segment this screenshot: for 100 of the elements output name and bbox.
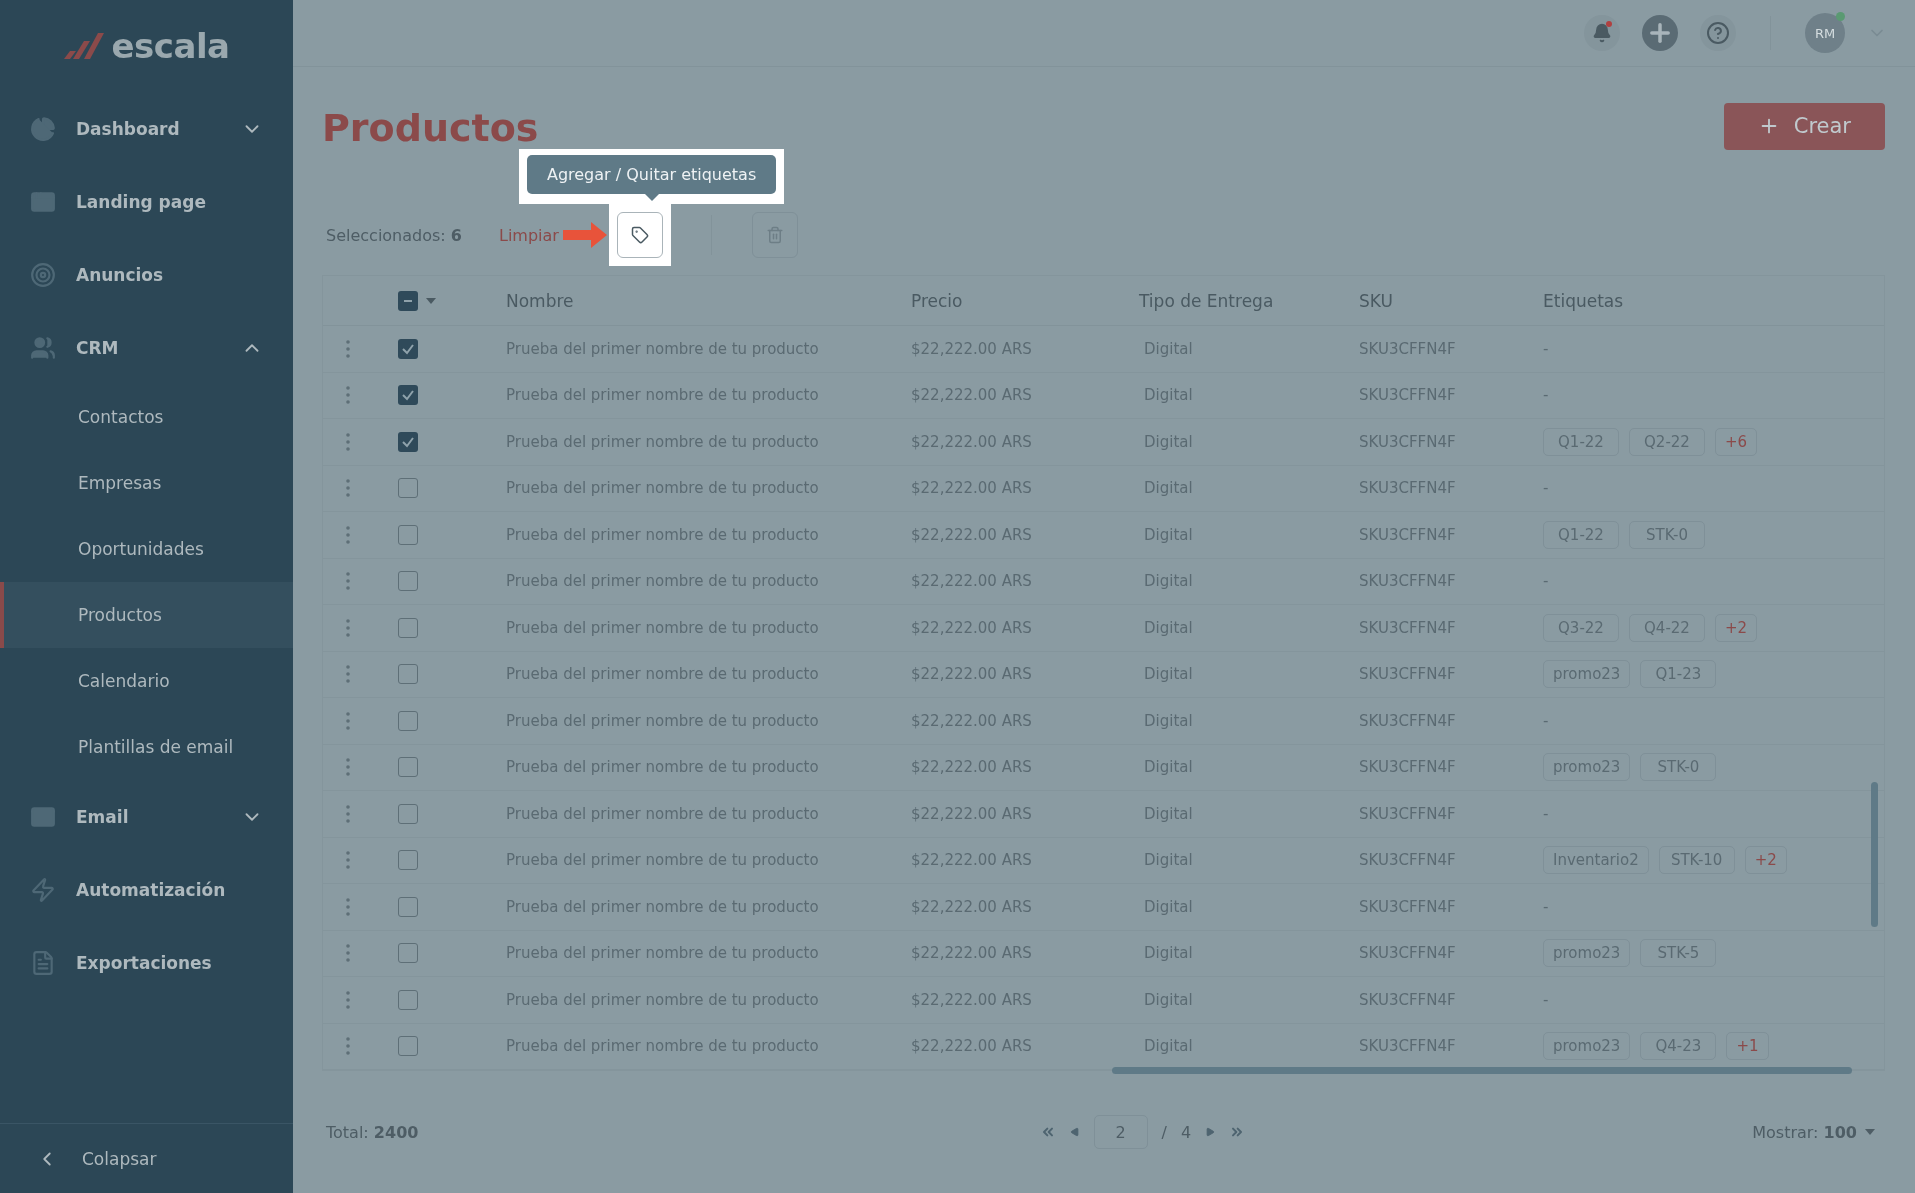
- more-icon: [346, 804, 350, 823]
- select-all-checkbox[interactable]: [398, 290, 418, 311]
- scrollbar[interactable]: [1112, 1067, 1852, 1074]
- table-cell-text: -: [1542, 339, 1550, 358]
- row-checkbox[interactable]: [398, 431, 418, 452]
- nav-icon: [30, 334, 56, 361]
- nav-icon: [30, 115, 56, 142]
- more-icon: [346, 339, 350, 358]
- row-checkbox[interactable]: [398, 385, 418, 406]
- page-title: Productos: [322, 106, 539, 150]
- collapse-button[interactable]: Colapsar: [0, 1123, 293, 1193]
- page-count: 4: [1180, 1122, 1192, 1142]
- page-field[interactable]: 2: [1093, 1115, 1148, 1149]
- table-cell-text: -: [1542, 711, 1550, 730]
- column-header: Tipo de Entrega: [1138, 290, 1275, 311]
- row-checkbox[interactable]: [398, 664, 418, 685]
- nav-subitem[interactable]: Calendario: [0, 648, 293, 714]
- more-icon: [346, 479, 350, 498]
- nav-subitem[interactable]: Productos: [0, 582, 293, 648]
- more-icon: [346, 618, 350, 637]
- nav-subitem[interactable]: Contactos: [0, 384, 293, 450]
- column-header: Nombre: [505, 290, 575, 311]
- tag-button[interactable]: [616, 212, 663, 258]
- total-count: Total: 2400: [326, 1122, 419, 1142]
- row-checkbox[interactable]: [398, 710, 418, 731]
- more-icon: [346, 386, 350, 405]
- more-icon: [346, 758, 350, 777]
- row-checkbox[interactable]: [398, 478, 418, 499]
- nav-item[interactable]: CRM: [0, 311, 293, 384]
- more-icon: [346, 525, 350, 544]
- tag-icon: [630, 226, 649, 244]
- nav-item[interactable]: Email: [0, 780, 293, 853]
- nav-icon: [30, 261, 56, 288]
- check-icon: [401, 388, 415, 403]
- nav-icon: [30, 949, 56, 976]
- table-cell-text: -: [1542, 479, 1550, 498]
- row-checkbox[interactable]: [398, 617, 418, 638]
- table-cell-text: -: [1542, 386, 1550, 405]
- selected-count: Seleccionados: 6: [325, 225, 463, 245]
- nav-item[interactable]: Dashboard: [0, 92, 293, 165]
- page-size-select[interactable]: Mostrar: 100: [1746, 1121, 1881, 1143]
- more-icon: [346, 1037, 350, 1056]
- more-tags-badge[interactable]: +1: [1726, 1032, 1769, 1061]
- more-tags-badge[interactable]: +2: [1715, 613, 1758, 642]
- table-cell-text: -: [1542, 804, 1550, 823]
- add-button[interactable]: [1642, 15, 1678, 51]
- clear-link[interactable]: Limpiar: [499, 225, 559, 245]
- nav-item[interactable]: Exportaciones: [0, 926, 293, 999]
- row-checkbox[interactable]: [398, 943, 418, 964]
- tooltip-pointer: [644, 194, 659, 201]
- table-cell-text: -: [1542, 572, 1550, 591]
- more-icon: [346, 432, 350, 451]
- more-tags-badge[interactable]: +6: [1715, 427, 1758, 456]
- more-icon: [346, 944, 350, 963]
- column-header: Etiquetas: [1542, 290, 1625, 311]
- column-header: Precio: [910, 290, 964, 311]
- row-checkbox[interactable]: [398, 524, 418, 545]
- arrow-icon: [562, 222, 607, 248]
- caret-icon: [1865, 1129, 1875, 1135]
- delete-button[interactable]: [751, 212, 798, 258]
- row-checkbox[interactable]: [398, 989, 418, 1010]
- row-checkbox[interactable]: [398, 1036, 418, 1057]
- scrollbar[interactable]: [1871, 782, 1878, 927]
- row-checkbox[interactable]: [398, 850, 418, 871]
- caret-icon[interactable]: [426, 297, 436, 304]
- tooltip: Agregar / Quitar etiquetas: [526, 155, 777, 194]
- row-checkbox[interactable]: [398, 896, 418, 917]
- nav-subitem[interactable]: Empresas: [0, 450, 293, 516]
- more-icon: [346, 990, 350, 1009]
- help-icon: [1706, 21, 1730, 45]
- trash-icon: [765, 226, 784, 244]
- more-icon: [346, 572, 350, 591]
- more-icon: [346, 851, 350, 870]
- more-icon: [346, 711, 350, 730]
- row-checkbox[interactable]: [398, 571, 418, 592]
- triangle-left-icon: [1069, 1127, 1080, 1137]
- more-tags-badge[interactable]: +2: [1744, 846, 1787, 875]
- row-checkbox[interactable]: [398, 338, 418, 359]
- nav-subitem[interactable]: Plantillas de email: [0, 714, 293, 780]
- notifications-button[interactable]: [1584, 15, 1620, 51]
- create-button[interactable]: Crear: [1723, 102, 1885, 150]
- column-header: SKU: [1358, 290, 1394, 311]
- nav-subitem[interactable]: Oportunidades: [0, 516, 293, 582]
- user-avatar[interactable]: RM: [1805, 13, 1845, 53]
- nav-item[interactable]: Anuncios: [0, 238, 293, 311]
- brand-name: escala: [111, 26, 230, 66]
- nav-item[interactable]: Landing page: [0, 165, 293, 238]
- page-separator: /: [1161, 1122, 1167, 1142]
- row-checkbox[interactable]: [398, 757, 418, 778]
- nav-item[interactable]: Automatización: [0, 853, 293, 926]
- help-button[interactable]: [1700, 15, 1736, 51]
- table-cell-text: -: [1542, 897, 1550, 916]
- bell-icon: [1592, 23, 1612, 43]
- more-icon: [346, 897, 350, 916]
- triangle-right-icon: [1205, 1127, 1216, 1137]
- more-icon: [346, 665, 350, 684]
- row-checkbox[interactable]: [398, 803, 418, 824]
- previous-page-button[interactable]: [1069, 1127, 1080, 1137]
- nav-icon: [30, 876, 56, 903]
- next-page-button[interactable]: [1205, 1127, 1216, 1137]
